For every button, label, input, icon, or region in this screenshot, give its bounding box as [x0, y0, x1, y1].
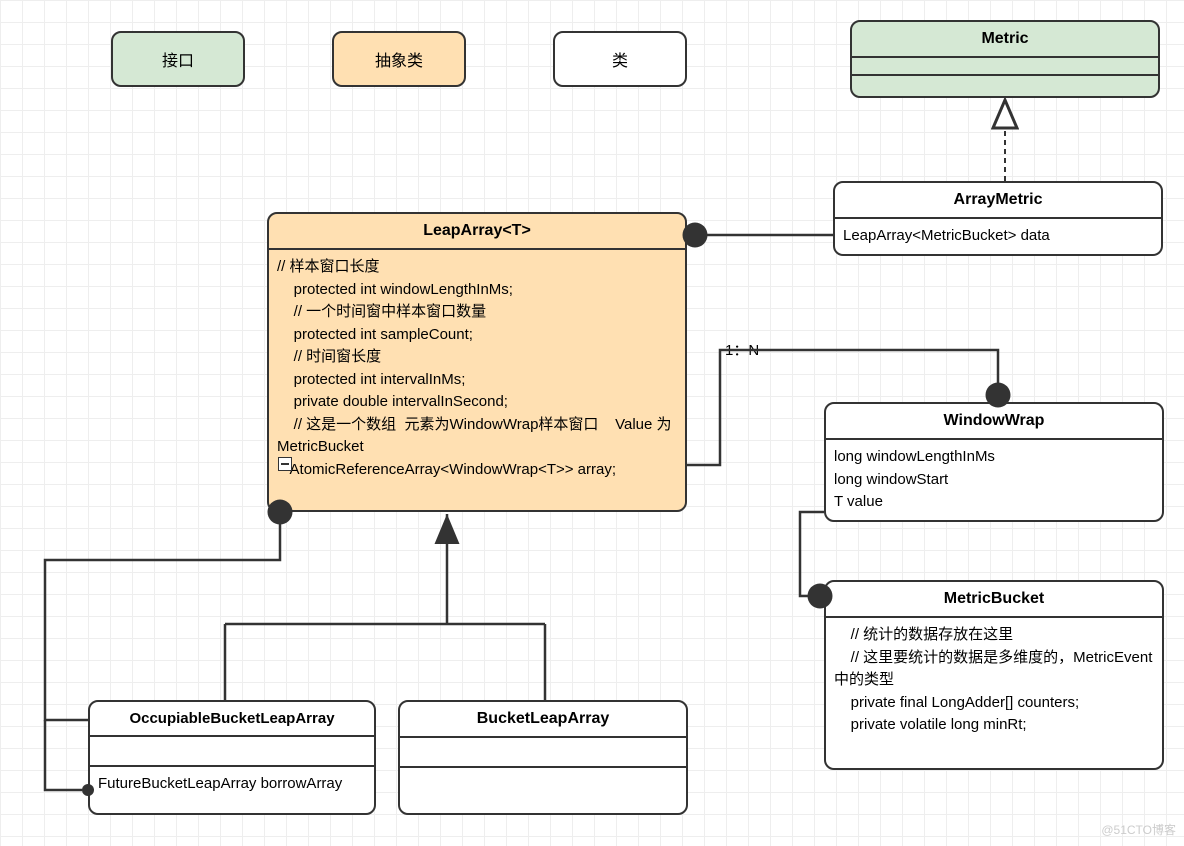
- legend-abstract-box: 抽象类: [332, 31, 466, 87]
- legend-class-box: 类: [553, 31, 687, 87]
- metric-title: Metric: [852, 22, 1158, 58]
- occupiablebucketleaparray-body: FutureBucketLeapArray borrowArray: [90, 767, 374, 802]
- windowwrap-class: WindowWrap long windowLengthInMs long wi…: [824, 402, 1164, 522]
- bucketleaparray-class: BucketLeapArray: [398, 700, 688, 815]
- arraymetric-body: LeapArray<MetricBucket> data: [835, 219, 1161, 254]
- bucketleaparray-section1: [400, 738, 686, 768]
- occupiablebucketleaparray-class: OccupiableBucketLeapArray FutureBucketLe…: [88, 700, 376, 815]
- occupiable-to-leaparray-comp: [45, 512, 280, 720]
- occupiablebucketleaparray-title: OccupiableBucketLeapArray: [90, 702, 374, 737]
- metricbucket-class: MetricBucket // 统计的数据存放在这里 // 这里要统计的数据是多…: [824, 580, 1164, 770]
- leaparray-class: LeapArray<T> // 样本窗口长度 protected int win…: [267, 212, 687, 512]
- collapse-icon: [278, 457, 292, 471]
- legend-class-label: 类: [612, 47, 628, 71]
- occupiablebucketleaparray-section1: [90, 737, 374, 767]
- windowwrap-title: WindowWrap: [826, 404, 1162, 440]
- windowwrap-body: long windowLengthInMs long windowStart T…: [826, 440, 1162, 520]
- bucketleaparray-section2: [400, 768, 686, 798]
- legend-interface-label: 接口: [162, 47, 194, 71]
- leaparray-body: // 样本窗口长度 protected int windowLengthInMs…: [269, 250, 685, 506]
- bucketleaparray-title: BucketLeapArray: [400, 702, 686, 738]
- metricbucket-title: MetricBucket: [826, 582, 1162, 618]
- watermark: @51CTO博客: [1101, 821, 1176, 838]
- arraymetric-title: ArrayMetric: [835, 183, 1161, 219]
- metric-section1: [852, 58, 1158, 76]
- windowwrap-to-metricbucket-line: [800, 512, 824, 596]
- metricbucket-body: // 统计的数据存放在这里 // 这里要统计的数据是多维度的，MetricEve…: [826, 618, 1162, 743]
- arraymetric-class: ArrayMetric LeapArray<MetricBucket> data: [833, 181, 1163, 256]
- occupiable-loop-line: [45, 720, 82, 790]
- metric-section2: [852, 76, 1158, 94]
- metric-class: Metric: [850, 20, 1160, 98]
- one-to-n-label: 1：N: [725, 339, 759, 360]
- legend-abstract-label: 抽象类: [375, 47, 423, 71]
- leaparray-title: LeapArray<T>: [269, 214, 685, 250]
- legend-interface-box: 接口: [111, 31, 245, 87]
